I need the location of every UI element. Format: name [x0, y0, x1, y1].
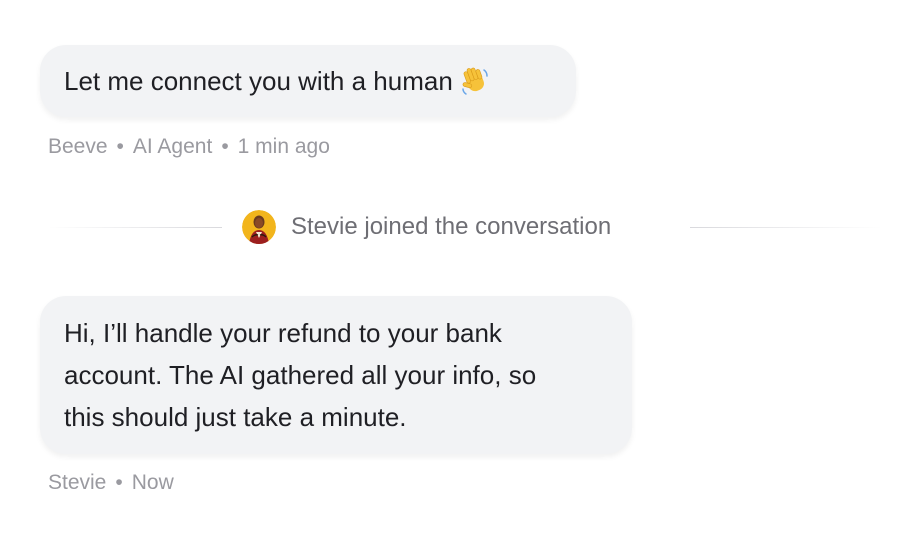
message-meta-agent: Beeve • AI Agent • 1 min ago	[48, 134, 330, 160]
message-line: this should just take a minute.	[64, 402, 407, 432]
meta-separator: •	[115, 471, 123, 494]
join-event-divider: Stevie joined the conversation	[0, 208, 900, 246]
sender-name: Stevie	[48, 471, 107, 494]
message-line: Hi, I’ll handle your refund to your bank	[64, 318, 502, 348]
chat-thread: Let me connect you with a human Beeve • AI…	[0, 0, 900, 536]
message-text: Let me connect you with a human	[64, 66, 453, 96]
sender-role: AI Agent	[132, 135, 213, 158]
user-avatar-icon	[242, 210, 276, 244]
meta-separator: •	[116, 135, 124, 158]
message-bubble-agent: Let me connect you with a human	[40, 45, 576, 117]
waving-hand-icon	[459, 65, 491, 97]
divider-line-left	[48, 227, 222, 228]
join-event-text: Stevie joined the conversation	[291, 213, 612, 240]
divider-line-right	[690, 227, 882, 228]
meta-separator: •	[221, 135, 229, 158]
message-timestamp: 1 min ago	[237, 135, 330, 158]
sender-name: Beeve	[48, 135, 108, 158]
message-bubble-human: Hi, I’ll handle your refund to your bank…	[40, 296, 632, 454]
message-line: account. The AI gathered all your info, …	[64, 360, 537, 390]
message-timestamp: Now	[131, 471, 174, 494]
message-meta-human: Stevie • Now	[48, 470, 174, 496]
